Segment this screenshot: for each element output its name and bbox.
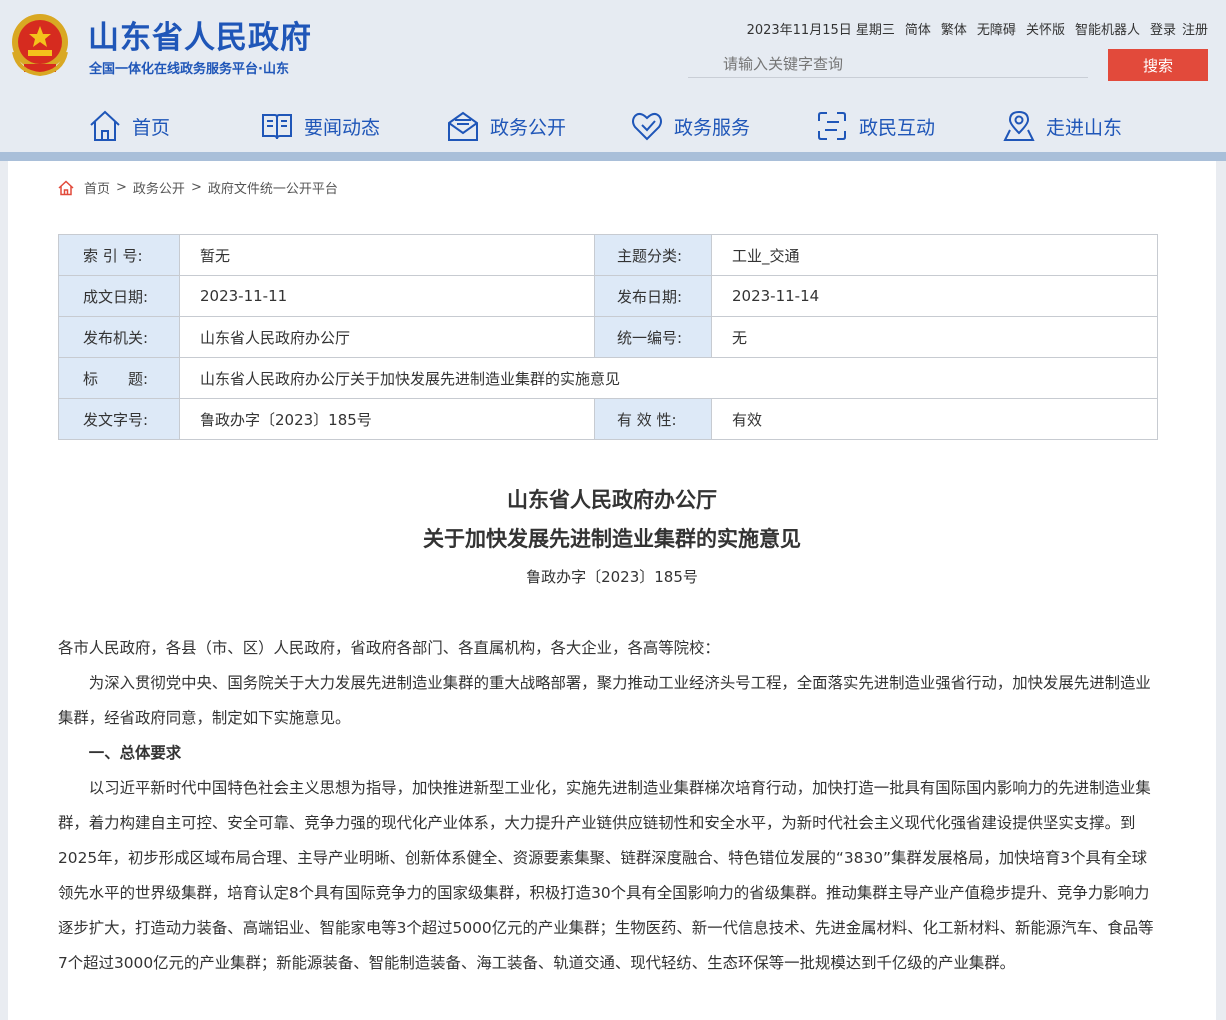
table-row: 发布机关: 山东省人民政府办公厅 统一编号: 无 bbox=[58, 316, 1158, 358]
salutation: 各市人民政府，各县（市、区）人民政府，省政府各部门、各直属机构，各大企业，各高等… bbox=[58, 639, 720, 657]
breadcrumb-platform[interactable]: 政府文件统一公开平台 bbox=[208, 178, 338, 197]
validity-label: 有 效 性: bbox=[594, 398, 712, 440]
national-emblem-icon bbox=[12, 14, 68, 77]
written-date-value: 2023-11-11 bbox=[179, 275, 595, 317]
publish-date-value: 2023-11-14 bbox=[711, 275, 1158, 317]
publish-date-label: 发布日期: bbox=[594, 275, 712, 317]
nav-label: 走进山东 bbox=[1046, 116, 1123, 139]
link-care-mode[interactable]: 关怀版 bbox=[1026, 19, 1065, 38]
current-date: 2023年11月15日 星期三 bbox=[746, 23, 895, 38]
title-value: 山东省人民政府办公厅关于加快发展先进制造业集群的实施意见 bbox=[179, 357, 1158, 399]
link-traditional[interactable]: 繁体 bbox=[941, 19, 967, 38]
link-robot[interactable]: 智能机器人 bbox=[1075, 19, 1140, 38]
index-label: 索 引 号: bbox=[58, 234, 180, 276]
table-row: 成文日期: 2023-11-11 发布日期: 2023-11-14 bbox=[58, 275, 1158, 317]
nav-label: 要闻动态 bbox=[304, 116, 381, 139]
document-title-line1: 山东省人民政府办公厅 bbox=[507, 488, 717, 512]
written-date-label: 成文日期: bbox=[58, 275, 180, 317]
mail-open-icon bbox=[448, 111, 478, 141]
news-icon bbox=[262, 114, 292, 140]
document-meta-table: 索 引 号: 暂无 主题分类: 工业_交通 成文日期: 2023-11-11 发… bbox=[58, 234, 1158, 440]
breadcrumb-separator: > bbox=[116, 180, 127, 195]
site-header: 山东省人民政府 全国一体化在线政务服务平台·山东 2023年11月15日 星期三… bbox=[0, 0, 1226, 161]
breadcrumb: 首页 > 政务公开 > 政府文件统一公开平台 bbox=[58, 178, 338, 197]
link-login[interactable]: 登录 bbox=[1150, 19, 1176, 38]
home-icon bbox=[90, 110, 120, 141]
search-button[interactable]: 搜索 bbox=[1108, 49, 1208, 81]
table-row: 标 题: 山东省人民政府办公厅关于加快发展先进制造业集群的实施意见 bbox=[58, 357, 1158, 399]
nav-label: 政务公开 bbox=[490, 116, 567, 139]
home-icon bbox=[58, 179, 74, 195]
site-subtitle: 全国一体化在线政务服务平台·山东 bbox=[89, 62, 289, 77]
nav-label: 政民互动 bbox=[859, 116, 936, 139]
serial-label: 统一编号: bbox=[594, 316, 712, 358]
document-number: 鲁政办字〔2023〕185号 bbox=[526, 568, 698, 586]
title-label: 标 题: bbox=[58, 357, 180, 399]
heart-icon bbox=[632, 112, 662, 141]
nav-label: 政务服务 bbox=[674, 116, 751, 139]
nav-news[interactable]: 要闻动态 bbox=[260, 100, 380, 152]
main-nav: 首页 要闻动态 政务公开 政务服务 政民互动 走进山东 bbox=[0, 100, 1226, 152]
table-row: 索 引 号: 暂无 主题分类: 工业_交通 bbox=[58, 234, 1158, 276]
nav-gov-affairs[interactable]: 政务公开 bbox=[446, 100, 566, 152]
link-accessibility[interactable]: 无障碍 bbox=[977, 19, 1016, 38]
doc-number-label: 发文字号: bbox=[58, 398, 180, 440]
topic-label: 主题分类: bbox=[594, 234, 712, 276]
nav-home[interactable]: 首页 bbox=[88, 100, 170, 152]
topic-value: 工业_交通 bbox=[711, 234, 1158, 276]
header-divider bbox=[0, 152, 1226, 161]
breadcrumb-home[interactable]: 首页 bbox=[84, 178, 110, 197]
interaction-icon bbox=[818, 112, 846, 140]
breadcrumb-gov-affairs[interactable]: 政务公开 bbox=[133, 178, 185, 197]
document-title-line2: 关于加快发展先进制造业集群的实施意见 bbox=[423, 527, 801, 551]
link-simplified[interactable]: 简体 bbox=[905, 19, 931, 38]
link-register[interactable]: 注册 bbox=[1182, 19, 1208, 38]
section-heading: 一、总体要求 bbox=[88, 744, 182, 762]
doc-number-value: 鲁政办字〔2023〕185号 bbox=[179, 398, 595, 440]
intro-paragraph: 为深入贯彻党中央、国务院关于大力发展先进制造业集群的重大战略部署，聚力推动工业经… bbox=[58, 674, 1151, 727]
issuer-label: 发布机关: bbox=[58, 316, 180, 358]
nav-label: 首页 bbox=[132, 116, 171, 139]
validity-value: 有效 bbox=[711, 398, 1158, 440]
main-content: 首页 > 政务公开 > 政府文件统一公开平台 索 引 号: 暂无 主题分类: 工… bbox=[8, 161, 1216, 1020]
table-row: 发文字号: 鲁政办字〔2023〕185号 有 效 性: 有效 bbox=[58, 398, 1158, 440]
section-paragraph: 以习近平新时代中国特色社会主义思想为指导，加快推进新型工业化，实施先进制造业集群… bbox=[58, 779, 1154, 972]
document-body: 各市人民政府，各县（市、区）人民政府，省政府各部门、各直属机构，各大企业，各高等… bbox=[58, 631, 1158, 981]
search-input[interactable] bbox=[688, 50, 1088, 78]
top-links: 2023年11月15日 星期三 简体 繁体 无障碍 关怀版 智能机器人 登录 注… bbox=[747, 19, 1208, 38]
nav-shandong[interactable]: 走进山东 bbox=[1002, 100, 1122, 152]
nav-interaction[interactable]: 政民互动 bbox=[815, 100, 935, 152]
site-title[interactable]: 山东省人民政府 bbox=[88, 12, 312, 57]
index-value: 暂无 bbox=[179, 234, 595, 276]
issuer-value: 山东省人民政府办公厅 bbox=[179, 316, 595, 358]
location-icon bbox=[1003, 110, 1035, 141]
serial-value: 无 bbox=[711, 316, 1158, 358]
nav-gov-services[interactable]: 政务服务 bbox=[630, 100, 750, 152]
breadcrumb-separator: > bbox=[190, 180, 202, 195]
